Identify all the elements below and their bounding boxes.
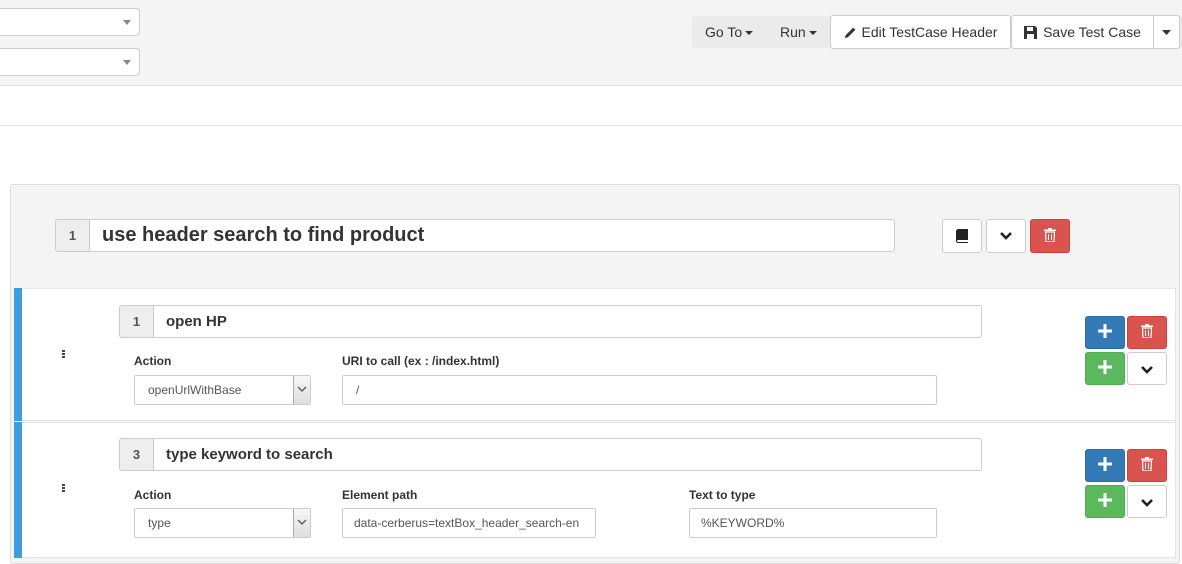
action-description[interactable]: type keyword to search [153,438,982,471]
text-to-type-label: Text to type [689,488,756,502]
element-path-label: Element path [342,488,418,502]
action-select[interactable]: type [134,508,311,538]
chevron-down-icon [1141,494,1153,510]
save-label: Save Test Case [1043,24,1141,40]
trash-icon [1141,324,1153,341]
run-label: Run [780,24,806,40]
action-description[interactable]: open HP [153,305,982,338]
drag-handle-icon[interactable] [62,484,65,493]
goto-label: Go To [705,24,743,40]
action-accent-bar [14,422,22,558]
trash-icon [1141,457,1153,474]
expand-action-button[interactable] [1127,485,1167,518]
step-description[interactable]: use header search to find product [89,219,895,252]
action-accent-bar [14,288,22,421]
text-to-type-input[interactable]: %KEYWORD% [689,508,937,538]
plus-icon [1098,493,1112,510]
dropdown-arrow-icon [293,509,310,537]
top-toolbar: Go To Run Edit TestCase Header Save Test… [0,0,1182,86]
drag-handle-icon[interactable] [62,350,65,359]
book-icon [956,229,968,243]
pencil-icon [844,26,857,39]
add-control-button[interactable] [1085,352,1125,385]
action-select-value: openUrlWithBase [148,383,242,397]
step-collapse-button[interactable] [986,219,1026,253]
action-select-value: type [148,516,171,530]
step-number: 1 [55,219,89,252]
action-label: Action [134,488,172,502]
save-options-dropdown[interactable] [1153,15,1180,49]
dropdown-caret-icon [123,60,131,65]
chevron-down-icon [1000,232,1012,240]
delete-action-button[interactable] [1127,449,1167,482]
element-path-input[interactable]: data-cerberus=textBox_header_search-en [342,508,596,538]
edit-header-label: Edit TestCase Header [861,24,998,40]
expand-action-button[interactable] [1127,352,1167,385]
save-testcase-button[interactable]: Save Test Case [1011,15,1154,49]
action-label: Action [134,354,172,368]
edit-testcase-header-button[interactable]: Edit TestCase Header [830,15,1011,49]
floppy-disk-icon [1024,25,1038,39]
add-action-button[interactable] [1085,449,1125,482]
chevron-down-icon [745,31,754,36]
dropdown-caret-icon [123,20,131,25]
caret-down-icon [1162,29,1171,35]
add-control-button[interactable] [1085,485,1125,518]
divider [0,125,1182,126]
environment-select[interactable] [0,8,140,36]
goto-menu[interactable]: Go To [705,16,754,48]
uri-label: URI to call (ex : /index.html) [342,354,500,368]
plus-icon [1098,457,1112,474]
dropdown-arrow-icon [293,376,310,404]
chevron-down-icon [1141,361,1153,377]
run-menu[interactable]: Run [780,16,817,48]
step-delete-button[interactable] [1030,219,1070,253]
uri-input[interactable]: / [342,375,937,405]
plus-icon [1098,324,1112,341]
chevron-down-icon [808,31,817,36]
add-action-button[interactable] [1085,316,1125,349]
delete-action-button[interactable] [1127,316,1167,349]
plus-icon [1098,360,1112,377]
action-number: 1 [119,305,153,338]
country-select[interactable] [0,48,140,76]
trash-icon [1044,227,1056,245]
action-number: 3 [119,438,153,471]
action-select[interactable]: openUrlWithBase [134,375,311,405]
step-library-button[interactable] [942,219,982,253]
